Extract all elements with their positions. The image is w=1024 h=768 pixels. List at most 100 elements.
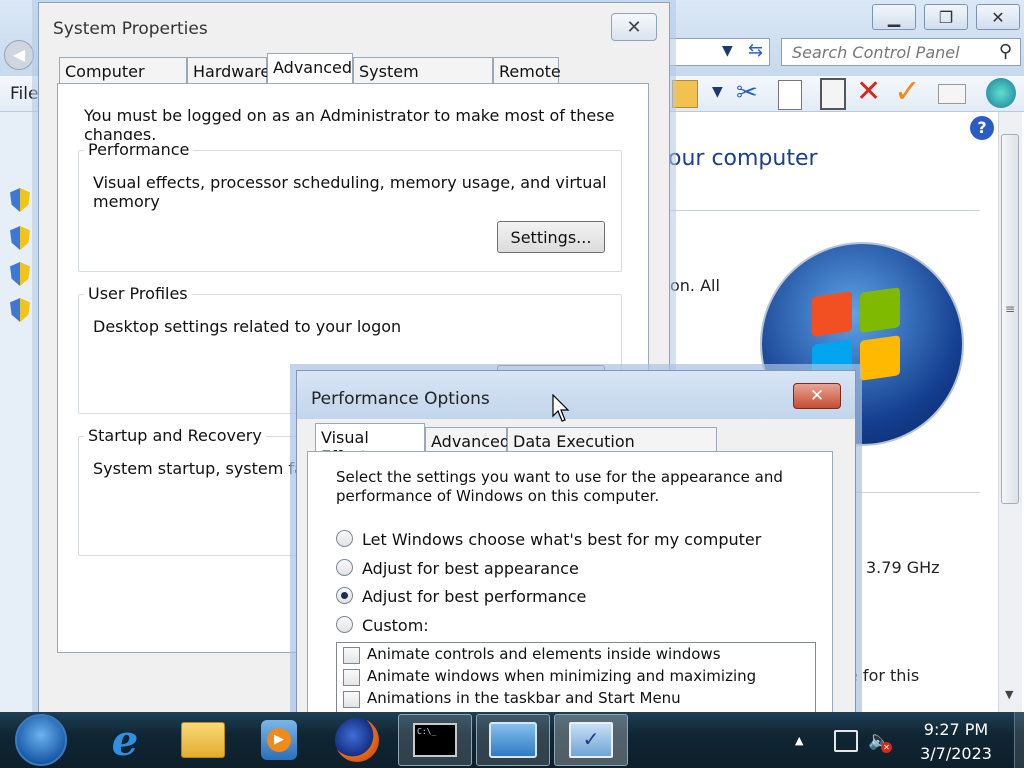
tab-hardware[interactable]: Hardware bbox=[187, 57, 270, 83]
close-button[interactable]: ✕ bbox=[976, 4, 1020, 30]
visual-effects-panel: Select the settings you want to use for … bbox=[307, 451, 833, 722]
group-description: System startup, system failur bbox=[93, 459, 330, 478]
system-properties-icon: ✓ bbox=[569, 722, 613, 758]
volume-muted-icon[interactable]: 🔈 ✕ bbox=[868, 730, 892, 753]
tab-system-protection[interactable]: System Protection bbox=[353, 57, 493, 100]
taskbar-firefox[interactable] bbox=[320, 714, 394, 766]
performance-options-dialog: Performance Options ✕ Visual Effects Adv… bbox=[296, 370, 856, 722]
logo-red-pane bbox=[812, 291, 852, 337]
page-title: our computer bbox=[668, 146, 818, 171]
dropdown-arrow-icon[interactable]: ▼ bbox=[722, 43, 733, 59]
help-icon[interactable]: ? bbox=[970, 116, 994, 140]
control-panel-icon bbox=[489, 722, 537, 758]
envelope-icon[interactable] bbox=[938, 84, 966, 104]
scissors-icon[interactable]: ✂ bbox=[736, 78, 758, 108]
group-description: Desktop settings related to your logon bbox=[93, 317, 402, 336]
system-clock[interactable]: 9:27 PM 3/7/2023 bbox=[904, 718, 1008, 766]
admin-note: You must be logged on as an Administrato… bbox=[84, 106, 615, 144]
close-icon: ✕ bbox=[991, 7, 1005, 27]
processor-speed: 3.79 GHz bbox=[866, 558, 940, 577]
taskbar-command-prompt[interactable]: C:\_ bbox=[398, 714, 472, 766]
dialog-title: Performance Options bbox=[311, 389, 490, 409]
radio-best-performance[interactable] bbox=[336, 587, 353, 604]
performance-settings-button[interactable]: Settings... bbox=[497, 221, 605, 253]
toolbar-dropdown-icon[interactable]: ▼ bbox=[712, 84, 723, 100]
grip-icon: ≡ bbox=[1005, 302, 1016, 316]
network-globe-icon[interactable] bbox=[986, 78, 1016, 108]
address-bar[interactable]: ▼ ⇆ bbox=[670, 38, 770, 66]
taskbar-internet-explorer[interactable]: e bbox=[88, 714, 162, 766]
command-prompt-icon: C:\_ bbox=[413, 723, 457, 757]
taskbar-windows-explorer[interactable] bbox=[166, 714, 240, 766]
menu-file[interactable]: File bbox=[10, 84, 38, 104]
tab-strip: Computer Name Hardware Advanced System P… bbox=[59, 53, 639, 100]
uac-shield-icon bbox=[10, 226, 30, 250]
checkbox-taskbar-animations[interactable] bbox=[343, 691, 360, 708]
uac-shield-icon bbox=[10, 188, 30, 212]
delete-icon[interactable]: ✕ bbox=[856, 74, 881, 109]
media-player-icon: ▶ bbox=[261, 720, 297, 760]
close-button[interactable]: ✕ bbox=[611, 13, 657, 41]
minimize-icon: ▁ bbox=[887, 7, 901, 27]
rating-text: on. All bbox=[670, 276, 720, 295]
back-arrow-icon[interactable]: ◀ bbox=[4, 40, 34, 70]
checkbox-label[interactable]: Animate controls and elements inside win… bbox=[367, 645, 721, 663]
taskbar-control-panel[interactable] bbox=[476, 714, 550, 766]
folder-check-icon[interactable] bbox=[672, 80, 698, 108]
minimize-button[interactable]: ▁ bbox=[872, 4, 916, 30]
restore-button[interactable]: ❐ bbox=[924, 4, 968, 30]
tab-data-execution-prevention[interactable]: Data Execution Prevention bbox=[507, 427, 717, 470]
radio-label[interactable]: Custom: bbox=[362, 616, 429, 635]
intro-line: performance of Windows on this computer. bbox=[336, 487, 660, 505]
scroll-down-icon[interactable]: ▼ bbox=[1005, 688, 1013, 701]
radio-label[interactable]: Let Windows choose what's best for my co… bbox=[362, 530, 761, 549]
intro-text: Select the settings you want to use for … bbox=[336, 468, 783, 506]
logo-green-pane bbox=[860, 287, 900, 333]
vertical-scrollbar[interactable]: ≡ ▼ bbox=[998, 112, 1022, 712]
radio-label[interactable]: Adjust for best performance bbox=[362, 587, 586, 606]
group-label: User Profiles bbox=[84, 284, 192, 303]
checkbox-label[interactable]: Animate windows when minimizing and maxi… bbox=[367, 667, 756, 685]
folder-icon bbox=[181, 722, 225, 758]
intro-line: Select the settings you want to use for … bbox=[336, 468, 783, 486]
checkmark-icon[interactable]: ✓ bbox=[894, 72, 921, 110]
effects-list[interactable]: Animate controls and elements inside win… bbox=[336, 642, 816, 722]
tab-strip: Visual Effects Advanced Data Execution P… bbox=[315, 423, 735, 470]
taskbar-media-player[interactable]: ▶ bbox=[242, 714, 316, 766]
search-icon[interactable]: ⚲ bbox=[999, 41, 1012, 62]
tab-remote[interactable]: Remote bbox=[493, 57, 561, 83]
radio-custom[interactable] bbox=[336, 616, 353, 633]
clipboard-icon[interactable] bbox=[820, 78, 846, 110]
divider bbox=[670, 210, 980, 211]
radio-let-windows-choose[interactable] bbox=[336, 530, 353, 547]
group-label: Startup and Recovery bbox=[84, 426, 266, 445]
logo-yellow-pane bbox=[860, 335, 900, 381]
tab-advanced[interactable]: Advanced bbox=[425, 427, 510, 453]
copy-icon[interactable] bbox=[778, 80, 802, 110]
restore-icon: ❐ bbox=[938, 7, 954, 27]
radio-best-appearance[interactable] bbox=[336, 559, 353, 576]
start-button[interactable] bbox=[4, 714, 78, 766]
scrollbar-thumb[interactable] bbox=[1001, 134, 1019, 504]
checkbox-animate-controls[interactable] bbox=[343, 647, 360, 664]
checkbox-label[interactable]: Animations in the taskbar and Start Menu bbox=[367, 689, 681, 707]
tab-advanced[interactable]: Advanced bbox=[267, 53, 353, 83]
firefox-icon bbox=[335, 718, 379, 762]
show-desktop-button[interactable] bbox=[1014, 712, 1024, 768]
refresh-icon[interactable]: ⇆ bbox=[748, 40, 763, 61]
start-orb-icon bbox=[15, 714, 67, 766]
show-hidden-icons-arrow-icon[interactable]: ▲ bbox=[795, 734, 803, 747]
search-input[interactable]: Search Control Panel ⚲ bbox=[781, 38, 1021, 66]
left-nav-pane bbox=[0, 112, 38, 712]
uac-shield-icon bbox=[10, 298, 30, 322]
mouse-cursor-icon bbox=[552, 394, 570, 422]
info-text: e for this bbox=[848, 666, 920, 685]
taskbar-system-properties[interactable]: ✓ bbox=[554, 714, 628, 766]
tab-visual-effects[interactable]: Visual Effects bbox=[315, 423, 425, 466]
checkbox-animate-windows[interactable] bbox=[343, 669, 360, 686]
dialog-title: System Properties bbox=[53, 19, 208, 39]
network-icon[interactable] bbox=[834, 730, 858, 752]
close-button[interactable]: ✕ bbox=[793, 383, 841, 409]
radio-label[interactable]: Adjust for best appearance bbox=[362, 559, 579, 578]
tab-computer-name[interactable]: Computer Name bbox=[59, 57, 187, 100]
